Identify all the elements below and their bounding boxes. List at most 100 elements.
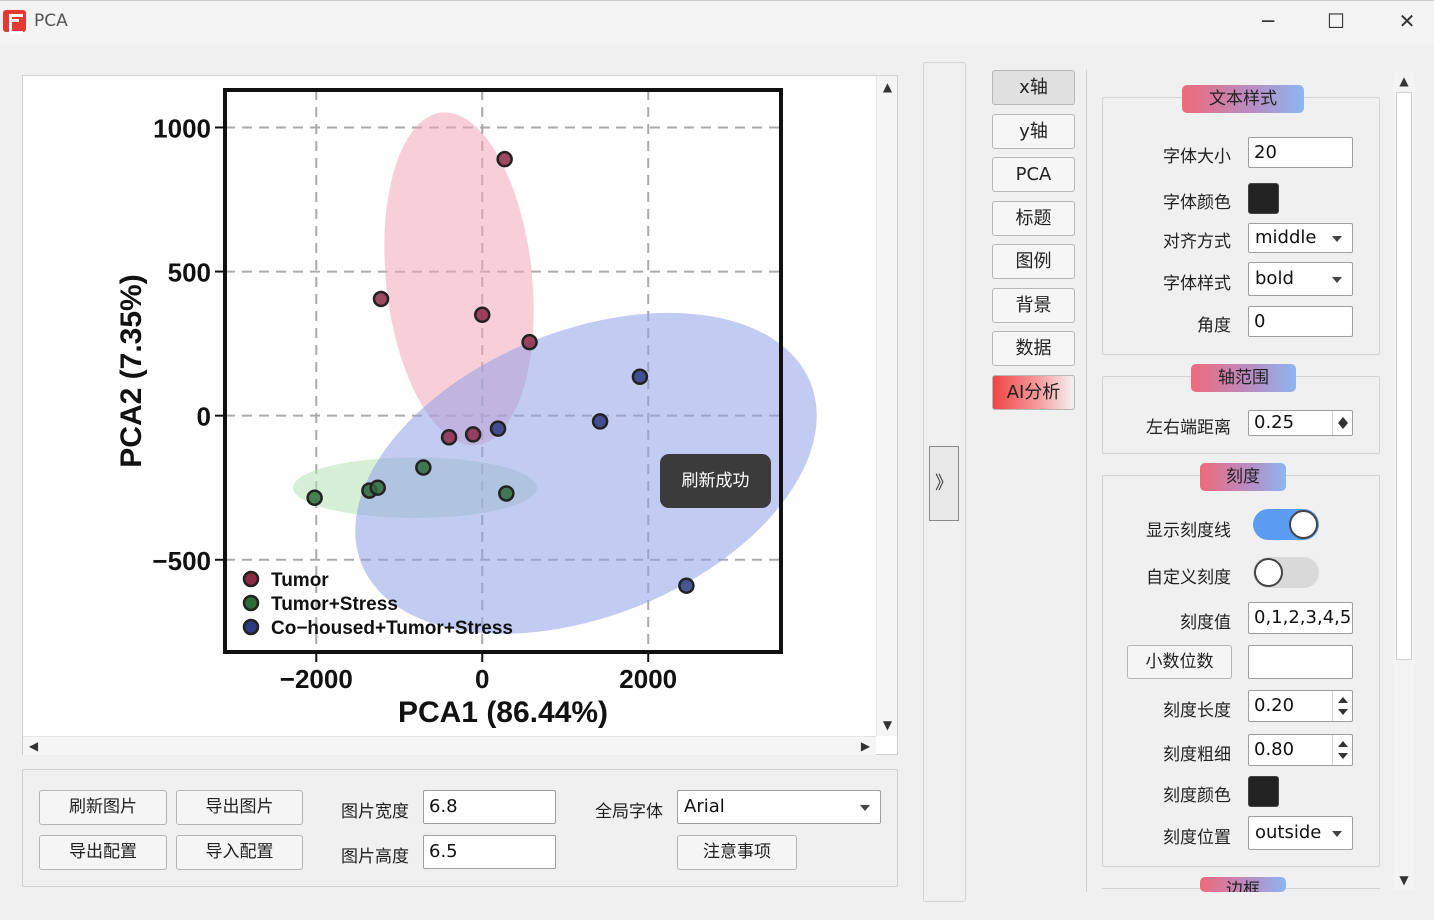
font-style-value: bold [1255,268,1294,289]
text-style-header: 文本样式 [1182,85,1304,113]
tick-length-value: 0.20 [1254,695,1295,716]
tab-data[interactable]: 数据 [992,331,1075,366]
custom-ticks-label: 自定义刻度 [1146,568,1231,588]
settings-scroll-thumb[interactable] [1396,92,1412,660]
data-point [591,413,609,430]
x-axis-label: PCA1 (86.44%) [398,696,608,729]
plot-panel: −2000 0 2000 1000 500 0 −500 Tumor Tumor+Stress… [22,75,898,755]
legend-label: Co−housed+Tumor+Stress [271,618,513,639]
angle-label: 角度 [1197,316,1231,336]
collapse-panel-button[interactable]: 》 [929,446,959,521]
legend-marker [242,618,260,636]
legend-marker [242,570,260,588]
scroll-up-icon[interactable]: ▲ [877,78,898,96]
margin-spinbox[interactable]: 0.25 [1248,410,1353,436]
image-width-label: 图片宽度 [341,802,409,822]
tick-width-label: 刻度粗细 [1163,745,1231,765]
global-font-label: 全局字体 [595,802,663,822]
import-config-button[interactable]: 导入配置 [176,835,303,870]
export-image-button[interactable]: 导出图片 [176,790,303,825]
y-tick-label: 1000 [153,113,211,143]
decimals-input[interactable] [1248,645,1353,679]
export-config-button[interactable]: 导出配置 [39,835,167,870]
minimize-button[interactable]: ─ [1243,6,1293,36]
data-point [415,459,432,476]
image-width-input[interactable]: 6.8 [423,790,556,824]
close-button[interactable]: ✕ [1382,6,1432,36]
custom-ticks-toggle[interactable] [1253,557,1319,588]
tick-width-value: 0.80 [1254,739,1295,760]
maximize-button[interactable]: ☐ [1311,6,1361,36]
data-point [372,290,390,308]
data-point [498,485,515,502]
data-point [631,368,649,386]
refresh-image-button[interactable]: 刷新图片 [39,790,167,825]
toast-message: 刷新成功 [660,454,771,508]
tab-y-axis[interactable]: y轴 [992,114,1075,149]
global-font-select[interactable]: Arial [677,790,881,824]
data-point [306,489,323,507]
font-size-input[interactable]: 20 [1248,137,1353,168]
tab-legend[interactable]: 图例 [992,244,1075,279]
scroll-down-icon[interactable]: ▼ [877,716,898,734]
data-point [496,150,513,168]
x-tick-label: −2000 [280,664,353,694]
scroll-left-icon[interactable]: ◀ [23,737,44,755]
spin-arrows-icon[interactable] [1332,691,1352,721]
align-value: middle [1255,227,1317,248]
scroll-right-icon[interactable]: ▶ [855,737,876,755]
tab-x-axis[interactable]: x轴 [992,70,1075,105]
y-tick-label: 500 [168,258,211,288]
notes-button[interactable]: 注意事项 [677,835,797,870]
y-tick-label: −500 [152,546,211,576]
tick-color-label: 刻度颜色 [1163,786,1231,806]
scroll-up-icon[interactable]: ▲ [1394,72,1414,90]
spin-arrows-icon[interactable] [1332,411,1352,435]
angle-input[interactable]: 0 [1248,306,1353,337]
data-point [489,420,507,437]
title-bar [0,0,1434,44]
tick-position-label: 刻度位置 [1163,828,1231,848]
tab-background[interactable]: 背景 [992,288,1075,323]
tick-position-select[interactable]: outside [1248,816,1353,850]
data-point [440,429,458,446]
toggle-knob [1289,510,1318,539]
chevron-down-icon [860,805,870,811]
scroll-down-icon[interactable]: ▼ [1394,871,1414,889]
image-height-label: 图片高度 [341,847,409,867]
font-color-swatch[interactable] [1248,183,1279,214]
data-point [521,333,538,351]
tick-length-label: 刻度长度 [1163,701,1231,721]
show-ticks-toggle[interactable] [1253,509,1319,540]
axis-range-header: 轴范围 [1191,364,1296,392]
x-tick-label: 0 [475,664,489,694]
align-select[interactable]: middle [1248,223,1353,253]
font-size-label: 字体大小 [1163,147,1231,167]
plot-vertical-scrollbar[interactable]: ▲ ▼ [876,76,897,736]
tick-length-spinbox[interactable]: 0.20 [1248,690,1353,722]
tick-values-input[interactable]: 0,1,2,3,4,5 [1248,602,1353,634]
margin-value: 0.25 [1254,412,1295,433]
chevron-down-icon [1332,236,1342,242]
border-header: 边框 [1200,877,1286,892]
tick-position-value: outside [1255,822,1322,843]
plot-horizontal-scrollbar[interactable]: ◀ ▶ [23,736,876,755]
tick-width-spinbox[interactable]: 0.80 [1248,734,1353,766]
spin-arrows-icon[interactable] [1332,735,1352,765]
image-height-input[interactable]: 6.5 [423,835,556,869]
y-axis-label: PCA2 (7.35%) [115,274,148,467]
tab-pca[interactable]: PCA [992,157,1075,192]
y-tick-label: 0 [197,402,211,432]
global-font-value: Arial [684,796,725,817]
legend-label: Tumor+Stress [271,594,398,615]
data-point [678,577,695,594]
tick-color-swatch[interactable] [1248,776,1279,807]
show-ticks-label: 显示刻度线 [1146,521,1231,541]
font-style-select[interactable]: bold [1248,262,1353,296]
decimals-button[interactable]: 小数位数 [1127,645,1232,679]
tab-ai-analysis[interactable]: AI分析 [992,375,1075,410]
font-color-label: 字体颜色 [1163,193,1231,213]
font-style-label: 字体样式 [1163,274,1231,294]
data-point [369,479,386,496]
tab-title[interactable]: 标题 [992,201,1075,236]
